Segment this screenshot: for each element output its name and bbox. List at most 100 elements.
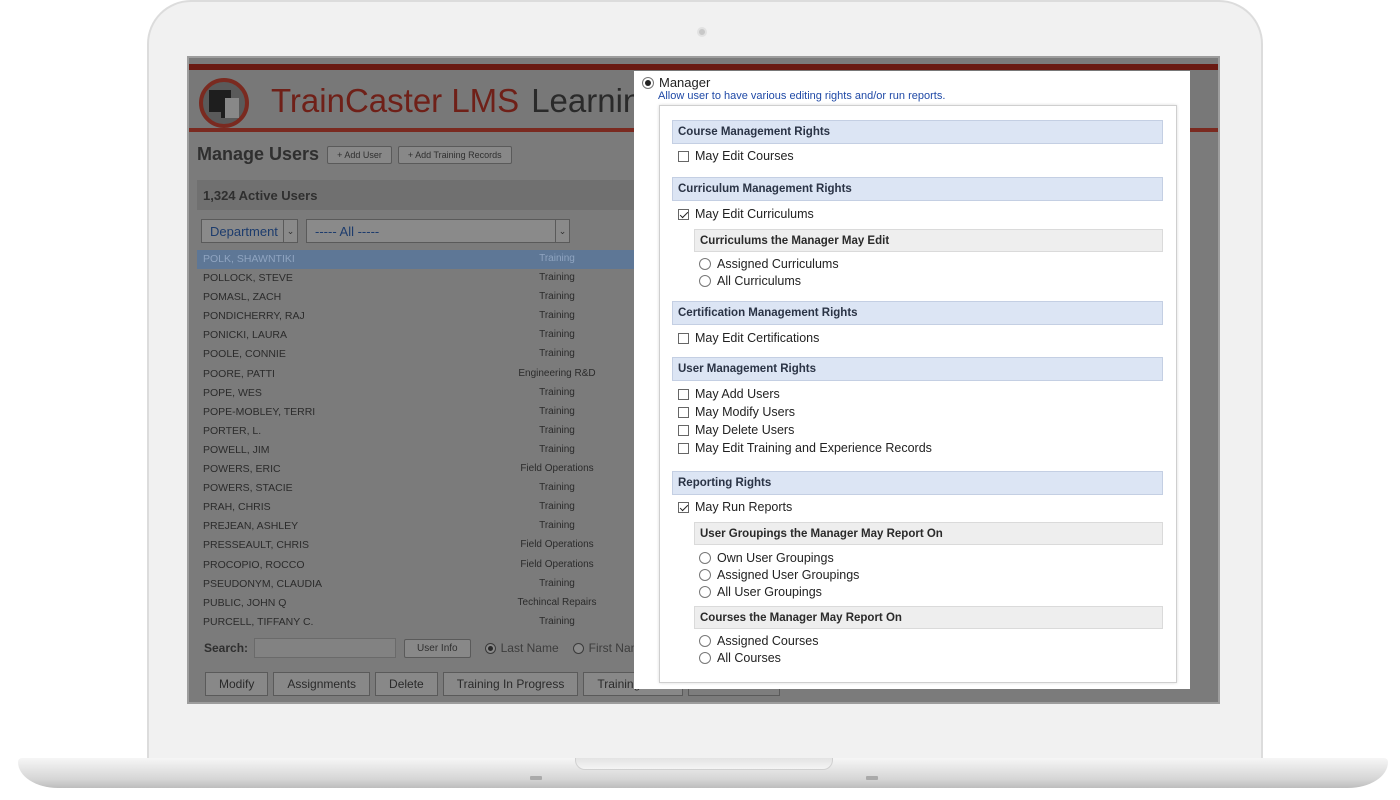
user-row[interactable]: PRAH, CHRIS Training [197,498,637,517]
user-row[interactable]: PONDICHERRY, RAJ Training [197,307,637,326]
all-curriculums-option[interactable]: All Curriculums [699,274,801,288]
search-input[interactable] [254,638,397,658]
user-row[interactable]: POPE, WES Training [197,384,637,403]
add-training-records-button[interactable]: + Add Training Records [397,145,512,164]
user-department: Training [539,253,575,264]
may-delete-users-option[interactable]: May Delete Users [678,423,794,437]
laptop-notch [575,758,833,770]
filter-value-select[interactable]: ----- All ----- ⌄ [306,219,570,243]
may-run-reports-option[interactable]: May Run Reports [678,500,792,514]
may-add-users-checkbox[interactable] [678,388,689,400]
may-add-users-label: May Add Users [695,387,780,401]
user-row[interactable]: PROCOPIO, ROCCO Field Operations [197,556,637,575]
may-delete-users-checkbox[interactable] [678,424,689,436]
user-row[interactable]: PSEUDONYM, CLAUDIA Training [197,575,637,594]
reporting-rights-header: Reporting Rights [672,471,1163,495]
user-row[interactable]: POORE, PATTI Engineering R&D [197,365,637,384]
training-in-progress-button[interactable]: Training In Progress [442,672,579,696]
user-name: PROCOPIO, ROCCO [203,558,305,571]
may-modify-users-option[interactable]: May Modify Users [678,405,795,419]
own-user-groupings-radio[interactable] [699,552,711,564]
assignments-button[interactable]: Assignments [273,672,371,696]
user-department: Training [539,291,575,303]
may-edit-courses-option[interactable]: May Edit Courses [678,149,794,163]
user-row[interactable]: POWELL, JIM Training [197,441,637,460]
assigned-curriculums-option[interactable]: Assigned Curriculums [699,257,839,271]
page-title: Manage Users [197,144,320,164]
assigned-courses-option[interactable]: Assigned Courses [699,634,818,648]
first-name-radio[interactable] [572,642,584,654]
all-courses-option[interactable]: All Courses [699,651,781,665]
user-name: POPE-MOBLEY, TERRI [203,405,316,418]
all-user-groupings-radio[interactable] [699,586,711,598]
user-row[interactable]: PUBLIC, JOHN Q Techincal Repairs [197,594,637,613]
user-name: PONICKI, LAURA [203,329,288,342]
user-row[interactable]: PONICKI, LAURA Training [197,326,637,345]
may-edit-records-option[interactable]: May Edit Training and Experience Records [678,441,932,455]
user-department: Training [539,577,575,589]
assigned-courses-radio[interactable] [699,635,711,647]
all-user-groupings-option[interactable]: All User Groupings [699,585,822,599]
curriculums-scope-header: Curriculums the Manager May Edit [694,229,1163,252]
role-option-manager[interactable]: Manager [642,75,710,90]
user-row[interactable]: POWERS, ERIC Field Operations [197,460,637,479]
user-row[interactable]: PREJEAN, ASHLEY Training [197,517,637,536]
may-run-reports-label: May Run Reports [695,500,793,514]
camera-icon [697,27,707,37]
modify-button[interactable]: Modify [205,672,269,696]
may-edit-curriculums-label: May Edit Curriculums [695,207,814,221]
may-run-reports-checkbox[interactable] [678,501,689,513]
user-department: Training [539,424,575,436]
all-courses-radio[interactable] [699,652,711,664]
user-name: PORTER, L. [203,424,262,437]
app-title-text: TrainCaster LMS [271,82,520,119]
filter-field-select[interactable]: Department ⌄ [201,219,298,243]
may-add-users-option[interactable]: May Add Users [678,387,780,401]
user-name: POWERS, ERIC [203,463,281,476]
user-row[interactable]: POLLOCK, STEVE Training [197,269,637,288]
user-row[interactable]: PURCELL, TIFFANY C. Training [197,613,637,632]
add-user-button[interactable]: + Add User [327,145,392,164]
may-edit-curriculums-checkbox[interactable] [678,208,689,220]
may-modify-users-checkbox[interactable] [678,406,689,418]
user-department: Techincal Repairs [517,596,597,608]
active-users-count: 1,324 Active Users [203,188,318,203]
user-department: Training [539,615,575,627]
search-by-first-name[interactable]: First Nam [572,641,641,655]
may-edit-curriculums-option[interactable]: May Edit Curriculums [678,207,814,221]
may-edit-courses-checkbox[interactable] [678,150,689,162]
user-department: Field Operations [520,539,594,551]
delete-button[interactable]: Delete [375,672,438,696]
user-row[interactable]: PORTER, L. Training [197,422,637,441]
all-curriculums-radio[interactable] [699,275,711,287]
search-row: Search: User Info Last Name First Nam [204,638,641,658]
assigned-curriculums-radio[interactable] [699,258,711,270]
may-edit-certifications-checkbox[interactable] [678,332,689,344]
may-edit-certifications-option[interactable]: May Edit Certifications [678,331,819,345]
all-user-groupings-label: All User Groupings [717,585,822,599]
role-name: Manager [659,75,711,90]
user-department: Training [539,272,575,284]
own-user-groupings-option[interactable]: Own User Groupings [699,551,834,565]
assigned-user-groupings-label: Assigned User Groupings [717,568,860,582]
own-user-groupings-label: Own User Groupings [717,551,834,565]
manager-radio[interactable] [642,76,654,89]
search-by-last-name[interactable]: Last Name [484,641,559,655]
user-row[interactable]: PRESSEAULT, CHRIS Field Operations [197,536,637,555]
user-list: POLK, SHAWNTIKI Training POLLOCK, STEVE Tr… [197,250,637,632]
may-edit-courses-label: May Edit Courses [695,149,794,163]
may-edit-records-checkbox[interactable] [678,442,689,454]
last-name-radio[interactable] [484,642,496,654]
assigned-user-groupings-option[interactable]: Assigned User Groupings [699,568,859,582]
user-name: POWERS, STACIE [203,482,293,495]
user-row[interactable]: POLK, SHAWNTIKI Training [197,250,637,270]
assigned-user-groupings-radio[interactable] [699,569,711,581]
user-row[interactable]: POPE-MOBLEY, TERRI Training [197,403,637,422]
may-edit-records-label: May Edit Training and Experience Records [695,441,932,455]
user-info-button[interactable]: User Info [404,638,471,658]
courses-scope-header: Courses the Manager May Report On [694,606,1163,629]
user-row[interactable]: POMASL, ZACH Training [197,288,637,307]
user-row[interactable]: POWERS, STACIE Training [197,479,637,498]
user-row[interactable]: POOLE, CONNIE Training [197,345,637,364]
manage-users-toolbar: Manage Users + Add User + Add Training R… [197,144,512,165]
